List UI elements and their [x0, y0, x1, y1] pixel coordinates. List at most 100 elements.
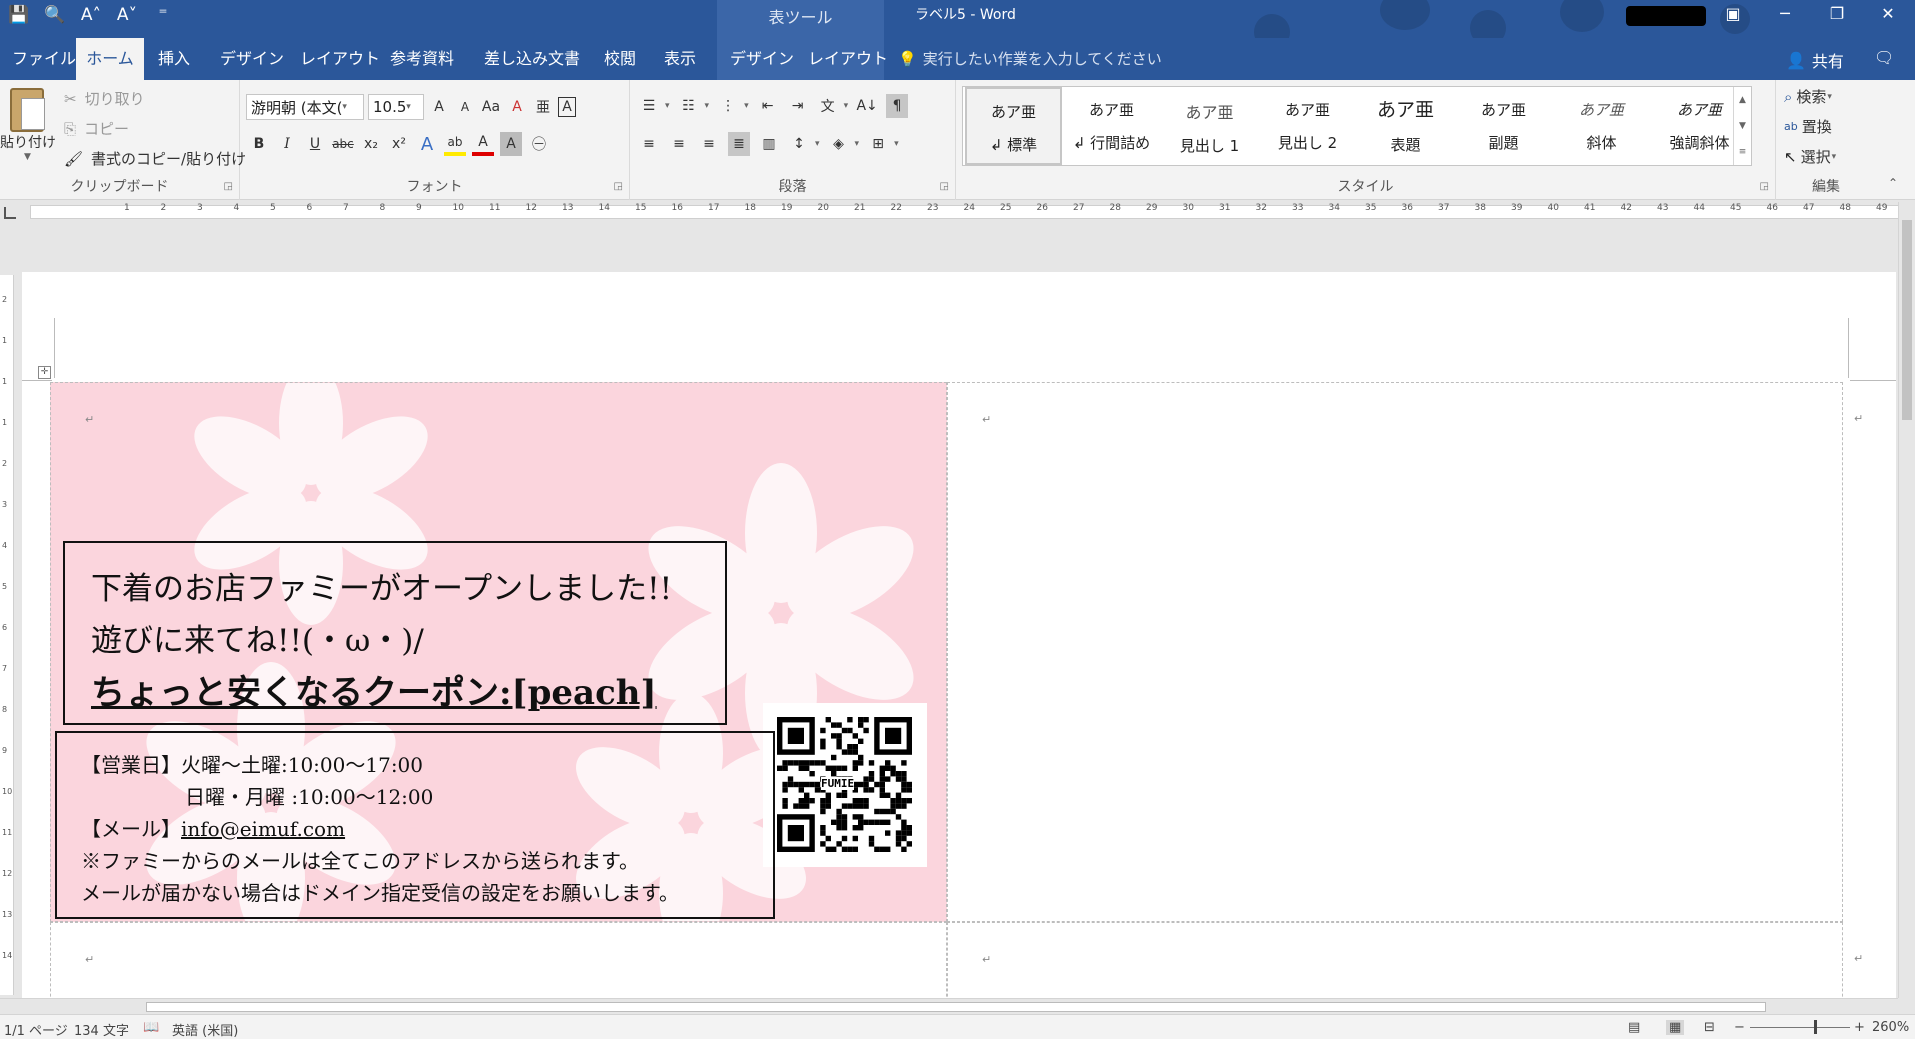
grow-font-icon[interactable]: A: [428, 95, 450, 119]
chevron-down-icon[interactable]: ▼: [1734, 113, 1751, 139]
tab-view[interactable]: 表示: [658, 38, 702, 80]
collapse-ribbon-icon[interactable]: ⌃: [1888, 176, 1898, 190]
label-cell-empty[interactable]: ↵: [947, 382, 1843, 922]
scroll-thumb[interactable]: [1902, 220, 1912, 420]
comments-icon[interactable]: 🗨: [1874, 48, 1894, 67]
tab-table-layout[interactable]: レイアウト: [802, 38, 894, 80]
enclose-characters-icon[interactable]: ㊀: [528, 132, 550, 156]
format-painter-button[interactable]: 🖌 書式のコピー/貼り付け: [64, 148, 246, 169]
tab-file[interactable]: ファイル: [6, 38, 82, 80]
font-grow-icon[interactable]: A˄: [80, 5, 102, 25]
style-emphasis[interactable]: あア亜 斜体: [1553, 87, 1650, 165]
text-direction-icon[interactable]: 文: [817, 94, 839, 118]
qr-code-image[interactable]: FUMIE: [763, 703, 927, 867]
proofing-icon[interactable]: 📖: [143, 1020, 159, 1035]
italic-button[interactable]: I: [276, 132, 298, 156]
tab-home[interactable]: ホーム: [76, 38, 144, 80]
print-layout-icon[interactable]: ▦: [1666, 1020, 1685, 1035]
subscript-button[interactable]: x₂: [360, 132, 382, 156]
align-left-icon[interactable]: ≡: [638, 132, 660, 156]
character-shading-icon[interactable]: A: [500, 132, 522, 156]
web-layout-icon[interactable]: ⊟: [1704, 1020, 1715, 1035]
style-title[interactable]: あア亜 表題: [1357, 87, 1454, 165]
find-button[interactable]: ⌕ 検索 ▾: [1784, 86, 1832, 107]
vertical-scrollbar[interactable]: [1898, 202, 1915, 998]
styles-scroll[interactable]: ▲ ▼ ≡: [1733, 87, 1751, 165]
cut-button[interactable]: ✂ 切り取り: [64, 88, 145, 109]
style-no-spacing[interactable]: あア亜 ↲ 行間詰め: [1063, 87, 1160, 165]
scroll-thumb[interactable]: [146, 1002, 1766, 1012]
language[interactable]: 英語 (米国): [172, 1020, 238, 1039]
bullets-icon[interactable]: ☰: [638, 94, 660, 118]
copy-button[interactable]: ⎘ コピー: [64, 118, 129, 139]
style-heading-1[interactable]: あア亜 見出し 1: [1161, 87, 1258, 165]
bold-button[interactable]: B: [248, 132, 270, 156]
read-mode-icon[interactable]: ▤: [1628, 1020, 1640, 1035]
page-count[interactable]: 1/1 ページ: [4, 1020, 68, 1039]
underline-button[interactable]: U: [304, 132, 326, 156]
label-cell-empty[interactable]: ↵: [947, 922, 1843, 998]
dialog-launcher-icon[interactable]: ◲: [224, 181, 233, 192]
customize-qat-icon[interactable]: ⁼: [152, 5, 174, 25]
maximize-button[interactable]: ❐: [1822, 4, 1852, 23]
dialog-launcher-icon[interactable]: ◲: [1760, 181, 1769, 192]
tab-references[interactable]: 参考資料: [384, 38, 460, 80]
zoom-in-icon[interactable]: +: [1854, 1020, 1865, 1035]
decrease-indent-icon[interactable]: ⇤: [757, 94, 779, 118]
character-border-icon[interactable]: A: [558, 97, 576, 117]
tab-selector-icon[interactable]: [4, 207, 16, 219]
zoom-slider[interactable]: [1750, 1027, 1850, 1028]
superscript-button[interactable]: x²: [388, 132, 410, 156]
word-count[interactable]: 134 文字: [74, 1020, 129, 1039]
justify-icon[interactable]: ≣: [728, 132, 750, 156]
dialog-launcher-icon[interactable]: ◲: [614, 181, 623, 192]
chevron-up-icon[interactable]: ▲: [1734, 87, 1751, 113]
label-cell[interactable]: ↵ 下着のお店ファミーがオープンしました!! 遊びに来てね!!(・ω・)/ ちょ…: [50, 382, 947, 922]
shrink-font-icon[interactable]: A: [454, 95, 476, 119]
email-link[interactable]: info@eimuf.com: [181, 817, 345, 841]
tab-review[interactable]: 校閲: [598, 38, 642, 80]
info-text-box[interactable]: 【営業日】火曜～土曜:10:00～17:00 日曜・月曜 :10:00～12:0…: [55, 731, 775, 919]
borders-icon[interactable]: ⊞: [867, 132, 889, 156]
tab-insert[interactable]: 挿入: [152, 38, 196, 80]
numbering-icon[interactable]: ☷: [678, 94, 700, 118]
replace-button[interactable]: ab 置換: [1784, 116, 1832, 137]
clear-formatting-icon[interactable]: A: [506, 95, 528, 119]
change-case-icon[interactable]: Aa: [480, 95, 502, 119]
user-account-redacted[interactable]: [1626, 6, 1706, 26]
line-spacing-icon[interactable]: ↕: [788, 132, 810, 156]
zoom-level[interactable]: 260%: [1872, 1020, 1909, 1035]
style-heading-2[interactable]: あア亜 見出し 2: [1259, 87, 1356, 165]
horizontal-ruler[interactable]: 1 2 3 4 5 6 7 8 9 10 11 12 13 14 15 16 17 18 19 20 21 22 23 24 2…: [0, 202, 1915, 222]
strikethrough-button[interactable]: abc: [332, 132, 354, 156]
align-right-icon[interactable]: ≡: [698, 132, 720, 156]
font-size-select[interactable]: 10.5 ▾: [368, 94, 424, 120]
font-shrink-icon[interactable]: A˅: [116, 5, 138, 25]
distributed-icon[interactable]: ▥: [758, 132, 780, 156]
font-color-icon[interactable]: A: [472, 132, 494, 156]
vertical-ruler[interactable]: 2 1 1 1 2 3 4 5 6 7 8 9 10 11 12 13 14: [0, 275, 14, 995]
sort-icon[interactable]: A↓: [856, 94, 878, 118]
style-subtitle[interactable]: あア亜 副題: [1455, 87, 1552, 165]
dialog-launcher-icon[interactable]: ◲: [940, 181, 949, 192]
increase-indent-icon[interactable]: ⇥: [787, 94, 809, 118]
style-normal[interactable]: あア亜 ↲ 標準: [965, 87, 1062, 165]
tab-layout[interactable]: レイアウト: [294, 38, 386, 80]
font-name-select[interactable]: 游明朝 (本文( ▾: [246, 94, 364, 120]
zoom-slider-thumb[interactable]: [1814, 1020, 1817, 1034]
phonetic-guide-icon[interactable]: 亜: [532, 95, 554, 119]
label-cell-empty[interactable]: ↵: [50, 922, 947, 998]
minimize-button[interactable]: ─: [1770, 4, 1800, 23]
text-effects-icon[interactable]: A: [416, 132, 438, 156]
paste-button[interactable]: 貼り付け ▼: [0, 80, 56, 176]
tab-table-design[interactable]: デザイン: [724, 38, 800, 80]
select-button[interactable]: ↖ 選択 ▾: [1784, 146, 1836, 167]
tell-me-search[interactable]: 💡 実行したい作業を入力してください: [898, 48, 1162, 69]
horizontal-scrollbar[interactable]: [0, 998, 1898, 1014]
tab-mailings[interactable]: 差し込み文書: [478, 38, 586, 80]
message-text-box[interactable]: 下着のお店ファミーがオープンしました!! 遊びに来てね!!(・ω・)/ ちょっと…: [63, 541, 727, 725]
share-button[interactable]: 👤 共有: [1786, 48, 1844, 72]
more-styles-icon[interactable]: ≡: [1734, 139, 1751, 165]
shading-icon[interactable]: ◈: [828, 132, 850, 156]
ribbon-display-options-icon[interactable]: ▣: [1718, 4, 1748, 23]
